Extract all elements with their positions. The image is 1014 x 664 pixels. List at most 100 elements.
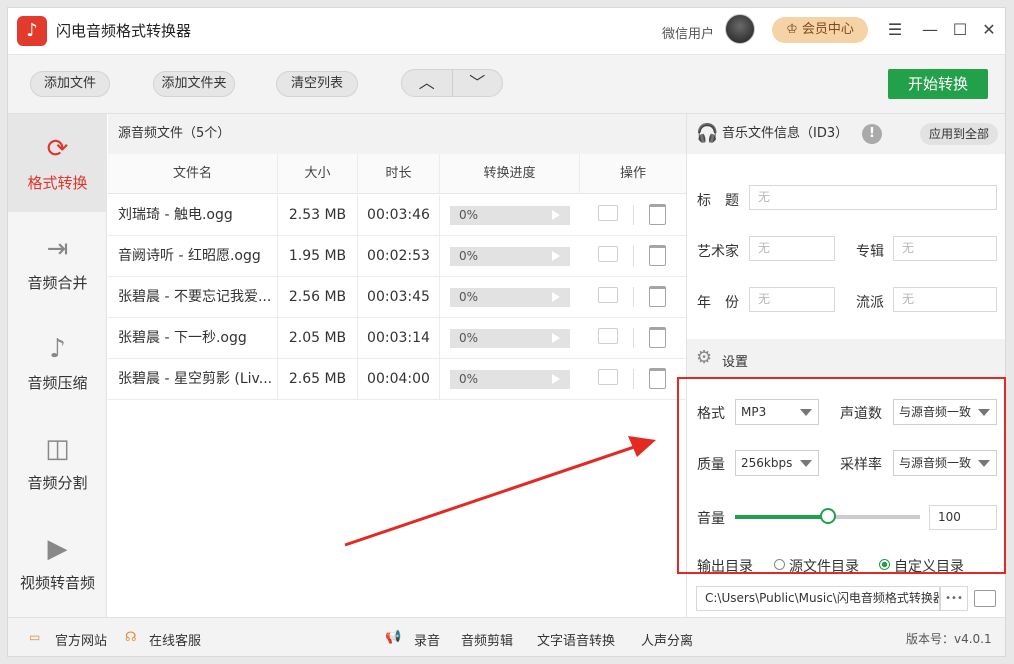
avatar[interactable] — [725, 14, 755, 44]
divider — [633, 287, 634, 307]
trash-icon[interactable] — [649, 245, 666, 266]
file-duration: 00:03:45 — [358, 277, 440, 318]
info-icon[interactable]: ! — [862, 124, 882, 144]
trash-icon[interactable] — [649, 368, 666, 389]
monitor-icon: ▭ — [29, 630, 41, 644]
move-down-button[interactable]: ﹀ — [453, 70, 503, 96]
apply-all-button[interactable]: 应用到全部 — [920, 123, 998, 145]
folder-icon[interactable] — [974, 590, 996, 607]
progress-text: 0% — [459, 290, 479, 304]
progress-bar: 0% — [450, 370, 570, 389]
trash-icon[interactable] — [649, 286, 666, 307]
file-size: 1.95 MB — [278, 236, 358, 277]
add-file-button[interactable]: 添加文件 — [30, 71, 110, 97]
progress-bar: 0% — [450, 288, 570, 307]
table-row[interactable]: 张碧晨 - 星空剪影 (Liv... 2.65 MB 00:04:00 0% — [108, 359, 686, 400]
album-field[interactable]: 无 — [893, 236, 997, 261]
highlight-box — [677, 377, 1006, 574]
file-name: 音阙诗听 - 红昭愿.ogg — [108, 236, 278, 277]
column-filename: 文件名 — [108, 154, 278, 194]
app-logo-icon: ♪ — [17, 16, 47, 46]
sidebar-item-format-convert[interactable]: ⟳ 格式转换 — [8, 114, 107, 212]
megaphone-icon: 📢 — [385, 630, 402, 645]
play-icon[interactable] — [552, 374, 560, 384]
video-icon: ▶ — [47, 534, 68, 564]
merge-icon: ⇥ — [46, 234, 69, 264]
artist-label: 艺术家 — [697, 244, 739, 260]
headphone-icon: 🎧 — [696, 123, 719, 144]
file-name: 刘瑞琦 - 触电.ogg — [108, 195, 278, 236]
progress-bar: 0% — [450, 247, 570, 266]
folder-icon[interactable] — [598, 369, 618, 385]
close-icon[interactable]: ✕ — [978, 19, 1000, 41]
audio-cut-link[interactable]: 音频剪辑 — [461, 630, 513, 649]
refresh-icon: ⟳ — [46, 134, 69, 164]
play-icon[interactable] — [552, 292, 560, 302]
column-actions: 操作 — [580, 154, 686, 194]
trash-icon[interactable] — [649, 204, 666, 225]
vocal-separation-link[interactable]: 人声分离 — [641, 630, 693, 649]
progress-text: 0% — [459, 249, 479, 263]
play-icon[interactable] — [552, 333, 560, 343]
progress-bar: 0% — [450, 329, 570, 348]
year-label: 年 份 — [697, 295, 739, 311]
progress-bar: 0% — [450, 206, 570, 225]
file-size: 2.05 MB — [278, 318, 358, 359]
minimize-icon[interactable]: — — [919, 19, 941, 41]
sidebar-item-label: 音频合并 — [27, 274, 88, 292]
maximize-icon[interactable]: ☐ — [949, 19, 971, 41]
sidebar-item-audio-compress[interactable]: ♪ 音频压缩 — [8, 314, 107, 412]
table-row[interactable]: 张碧晨 - 不要忘记我爱... 2.56 MB 00:03:45 0% — [108, 277, 686, 318]
progress-text: 0% — [459, 331, 479, 345]
sidebar-item-audio-merge[interactable]: ⇥ 音频合并 — [8, 214, 107, 312]
support-link[interactable]: 在线客服 — [149, 630, 201, 649]
folder-icon[interactable] — [598, 328, 618, 344]
year-field[interactable]: 无 — [749, 287, 835, 312]
file-name: 张碧晨 - 不要忘记我爱... — [108, 277, 278, 318]
divider — [633, 328, 634, 348]
headset-icon: ☊ — [125, 630, 137, 645]
sidebar-item-label: 音频分割 — [27, 474, 88, 492]
id3-header: 🎧 音乐文件信息（ID3） ! 应用到全部 — [687, 114, 1005, 154]
clear-list-button[interactable]: 清空列表 — [276, 71, 358, 97]
genre-field[interactable]: 无 — [893, 287, 997, 312]
divider — [633, 205, 634, 225]
artist-field[interactable]: 无 — [749, 236, 835, 261]
move-up-button[interactable]: ︿ — [402, 70, 453, 96]
file-size: 2.56 MB — [278, 277, 358, 318]
sidebar-item-label: 格式转换 — [27, 174, 88, 192]
file-size: 2.53 MB — [278, 195, 358, 236]
split-icon: ◫ — [45, 434, 70, 464]
file-duration: 00:04:00 — [358, 359, 440, 400]
website-link[interactable]: 官方网站 — [55, 630, 107, 649]
sidebar-item-audio-split[interactable]: ◫ 音频分割 — [8, 414, 107, 512]
play-icon[interactable] — [552, 210, 560, 220]
title-field[interactable]: 无 — [749, 185, 997, 210]
toolbar: 添加文件 添加文件夹 清空列表 ︿ ﹀ 开始转换 — [8, 54, 1005, 114]
crown-icon: ♔ — [786, 22, 802, 37]
record-link[interactable]: 录音 — [414, 630, 440, 649]
folder-icon[interactable] — [598, 246, 618, 262]
file-duration: 00:03:14 — [358, 318, 440, 359]
user-name[interactable]: 微信用户 — [662, 23, 714, 42]
more-button[interactable]: ••• — [940, 586, 968, 611]
play-icon[interactable] — [552, 251, 560, 261]
table-row[interactable]: 张碧晨 - 下一秒.ogg 2.05 MB 00:03:14 0% — [108, 318, 686, 359]
menu-icon[interactable]: ☰ — [884, 19, 906, 41]
table-row[interactable]: 刘瑞琦 - 触电.ogg 2.53 MB 00:03:46 0% — [108, 195, 686, 236]
file-size: 2.65 MB — [278, 359, 358, 400]
tts-link[interactable]: 文字语音转换 — [537, 630, 615, 649]
version-label: 版本号：v4.0.1 — [906, 632, 992, 646]
table-row[interactable]: 音阙诗听 - 红昭愿.ogg 1.95 MB 00:02:53 0% — [108, 236, 686, 277]
trash-icon[interactable] — [649, 327, 666, 348]
add-folder-button[interactable]: 添加文件夹 — [153, 71, 235, 97]
file-list-header: 源音频文件（5个） — [108, 114, 686, 154]
sidebar-item-video-to-audio[interactable]: ▶ 视频转音频 — [8, 514, 107, 612]
start-convert-button[interactable]: 开始转换 — [888, 69, 988, 99]
folder-icon[interactable] — [598, 287, 618, 303]
folder-icon[interactable] — [598, 205, 618, 221]
vip-center-button[interactable]: ♔ 会员中心 — [772, 17, 868, 43]
output-path-field[interactable]: C:\Users\Public\Music\闪电音频格式转换器 — [696, 586, 940, 611]
vip-label: 会员中心 — [801, 22, 854, 37]
progress-text: 0% — [459, 372, 479, 386]
